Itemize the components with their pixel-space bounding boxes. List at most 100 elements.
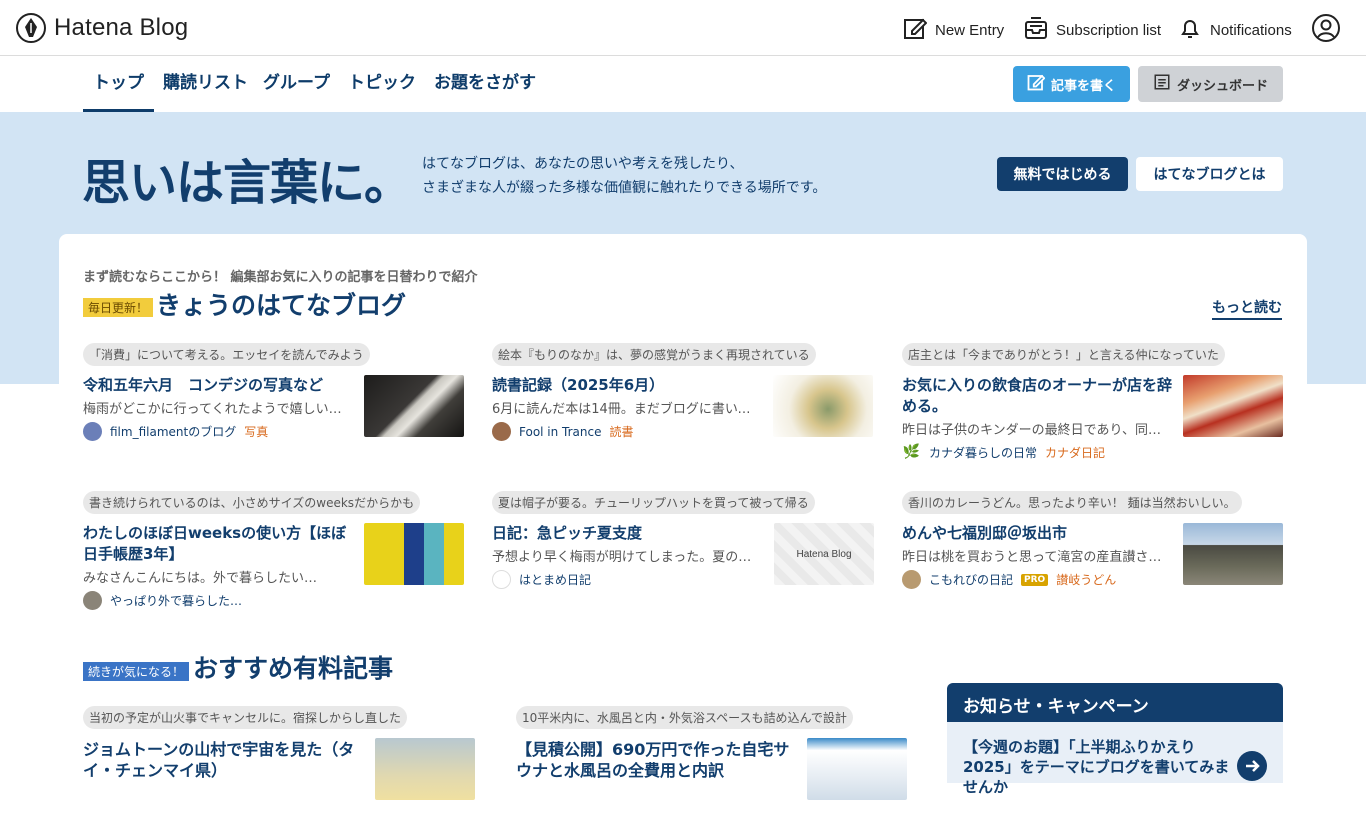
entry-excerpt: 6月に読んだ本は14冊。まだブログに書いて… xyxy=(492,402,762,417)
entry-meta: はとまめ日記 xyxy=(492,570,591,589)
logo-text: Hatena Blog xyxy=(54,14,189,41)
avatar xyxy=(492,422,511,441)
notifications-link[interactable]: Notifications xyxy=(1178,16,1292,44)
read-more-link[interactable]: もっと読む xyxy=(1212,297,1282,320)
daily-update-badge: 毎日更新！ xyxy=(83,298,154,317)
category[interactable]: 写真 xyxy=(244,423,268,440)
entry-meta: Fool in Trance 読書 xyxy=(492,422,634,441)
entry-thumbnail[interactable] xyxy=(1183,523,1283,585)
blog-name[interactable]: こもれびの日記 xyxy=(929,571,1013,588)
subscription-list-link[interactable]: Subscription list xyxy=(1024,16,1161,44)
tab-subscriptions[interactable]: 購読リスト xyxy=(163,56,248,112)
notice-title: お知らせ・キャンペーン xyxy=(947,683,1283,722)
hatena-blog-logo[interactable]: Hatena Blog xyxy=(16,13,188,43)
entry-excerpt: 昨日は桃を買おうと思って滝宮の産直讃さ… xyxy=(902,550,1162,565)
today-section-title: きょうのはてなブログ xyxy=(156,291,407,320)
write-entry-button[interactable]: 記事を書く xyxy=(1013,66,1130,102)
user-account-icon[interactable] xyxy=(1312,14,1340,42)
tab-top[interactable]: トップ xyxy=(83,56,154,112)
blog-name[interactable]: カナダ暮らしの日常 xyxy=(929,444,1037,461)
entry-tag: 「消費」について考える。エッセイを読んでみよう xyxy=(83,343,370,366)
tab-find-themes[interactable]: お題をさがす xyxy=(434,56,536,112)
placeholder-logo: Hatena Blog xyxy=(796,548,852,560)
entry-title[interactable]: 令和五年六月 コンデジの写真など xyxy=(83,375,353,396)
notice-item[interactable]: 【今週のお題】「上半期ふりかえり2025」をテーマにブログを書いてみませんか xyxy=(963,737,1233,797)
top-bar: Hatena Blog New Entry Subscription list … xyxy=(0,0,1366,56)
about-hatena-blog-button[interactable]: はてなブログとは xyxy=(1136,157,1283,191)
entry-tag: 当初の予定が山火事でキャンセルに。宿探しからし直した xyxy=(83,706,408,729)
entry-tag: 香川のカレーうどん。思ったより辛い！ 麺は当然おいしい。 xyxy=(902,491,1242,514)
entry-tag: 店主とは「今までありがとう！」と言える仲になっていた xyxy=(902,343,1225,366)
main-nav: トップ 購読リスト グループ トピック お題をさがす 記事を書く ダッシュボード xyxy=(0,56,1366,112)
entry-excerpt: みなさんこんにちは。外で暮らしたい… xyxy=(83,571,318,586)
entry-meta: 🌿 カナダ暮らしの日常 カナダ日記 xyxy=(902,443,1105,462)
entry-excerpt: 梅雨がどこかに行ってくれたようで嬉しい… xyxy=(83,402,342,417)
new-entry-link[interactable]: New Entry xyxy=(903,16,1004,44)
category[interactable]: カナダ日記 xyxy=(1045,444,1105,461)
entry-card[interactable]: 香川のカレーうどん。思ったより辛い！ 麺は当然おいしい。 めんや七福別邸＠坂出市… xyxy=(902,491,1283,601)
entry-excerpt: 予想より早く梅雨が明けてしまった。夏の… xyxy=(492,550,752,565)
paid-section-badge: 続きが気になる！ xyxy=(83,662,190,681)
start-free-button[interactable]: 無料ではじめる xyxy=(997,157,1128,191)
entry-title[interactable]: ジョムトーンの山村で宇宙を見た（タイ・チェンマイ県） xyxy=(83,739,363,781)
tab-groups[interactable]: グループ xyxy=(263,56,330,112)
hero-desc-line: はてなブログは、あなたの思いや考えを残したり、 xyxy=(422,156,744,172)
edit-icon xyxy=(903,16,928,44)
notice-panel: お知らせ・キャンペーン 【今週のお題】「上半期ふりかえり2025」をテーマにブロ… xyxy=(947,683,1283,796)
blog-name[interactable]: やっぱり外で暮らした… xyxy=(110,592,242,609)
entry-title[interactable]: 日記：急ピッチ夏支度 xyxy=(492,523,762,544)
entry-card[interactable]: 絵本『もりのなか』は、夢の感覚がうまく再現されている 読書記録（2025年6月）… xyxy=(492,343,873,453)
paid-section-title: おすすめ有料記事 xyxy=(193,654,394,683)
new-entry-label: New Entry xyxy=(935,21,1005,39)
notifications-label: Notifications xyxy=(1210,21,1292,39)
pro-badge: PRO xyxy=(1021,573,1049,586)
hero-description: はてなブログは、あなたの思いや考えを残したり、 さまざまな人が綴った多様な価値観… xyxy=(422,152,826,200)
subscription-list-label: Subscription list xyxy=(1056,21,1162,39)
leaf-icon: 🌿 xyxy=(902,443,921,462)
dashboard-button[interactable]: ダッシュボード xyxy=(1138,66,1283,102)
dashboard-label: ダッシュボード xyxy=(1176,78,1268,94)
inbox-icon xyxy=(1024,16,1048,44)
entry-tag: 絵本『もりのなか』は、夢の感覚がうまく再現されている xyxy=(492,343,816,366)
pen-nib-icon xyxy=(16,13,46,43)
entry-title[interactable]: お気に入りの飲食店のオーナーが店を辞める。 xyxy=(902,375,1172,417)
entry-thumbnail[interactable] xyxy=(773,375,873,437)
hero-desc-line: さまざまな人が綴った多様な価値観に触れたりできる場所です。 xyxy=(422,180,827,196)
entry-thumbnail[interactable] xyxy=(807,738,907,800)
entry-tag: 10平米内に、水風呂と内・外気浴スペースも詰め込んで設計 xyxy=(516,706,853,729)
entry-card[interactable]: 店主とは「今までありがとう！」と言える仲になっていた お気に入りの飲食店のオーナ… xyxy=(902,343,1283,468)
entry-thumbnail[interactable] xyxy=(375,738,475,800)
entry-meta: こもれびの日記 PRO 讃岐うどん xyxy=(902,570,1116,589)
blog-name[interactable]: はとまめ日記 xyxy=(519,571,591,588)
dashboard-icon xyxy=(1153,73,1171,95)
avatar xyxy=(83,591,102,610)
entry-title[interactable]: めんや七福別邸＠坂出市 xyxy=(902,523,1172,544)
entry-card[interactable]: 「消費」について考える。エッセイを読んでみよう 令和五年六月 コンデジの写真など… xyxy=(83,343,464,453)
entry-title[interactable]: 読書記録（2025年6月） xyxy=(492,375,762,396)
entry-excerpt: 昨日は子供のキンダーの最終日であり、同… xyxy=(902,423,1161,438)
entry-tag: 夏は帽子が要る。チューリップハットを買って被って帰る xyxy=(492,491,815,514)
entry-thumbnail[interactable] xyxy=(364,523,464,585)
category[interactable]: 讃岐うどん xyxy=(1056,571,1116,588)
avatar xyxy=(83,422,102,441)
blog-name[interactable]: Fool in Trance xyxy=(519,425,602,439)
hero-title: 思いは言葉に。 xyxy=(82,155,412,211)
entry-thumbnail[interactable] xyxy=(364,375,464,437)
today-subtitle: まず読むならここから！ 編集部お気に入りの記事を日替わりで紹介 xyxy=(83,270,478,285)
edit-icon xyxy=(1027,73,1046,95)
entry-thumbnail[interactable] xyxy=(1183,375,1283,437)
blog-name[interactable]: film_filamentのブログ xyxy=(110,423,236,440)
avatar xyxy=(492,570,511,589)
entry-thumbnail[interactable]: Hatena Blog xyxy=(774,523,874,585)
paid-entry-card[interactable]: 10平米内に、水風呂と内・外気浴スペースも詰め込んで設計 【見積公開】690万円… xyxy=(516,706,907,800)
entry-title[interactable]: わたしのほぼ日weeksの使い方【ほぼ日手帳歴3年】 xyxy=(83,523,353,565)
entry-title[interactable]: 【見積公開】690万円で作った自宅サウナと水風呂の全費用と内訳 xyxy=(516,739,801,781)
bell-icon xyxy=(1178,16,1202,44)
tab-topics[interactable]: トピック xyxy=(348,56,416,112)
entry-card[interactable]: 書き続けられているのは、小さめサイズのweeksだからかも わたしのほぼ日wee… xyxy=(83,491,464,611)
paid-entry-card[interactable]: 当初の予定が山火事でキャンセルに。宿探しからし直した ジョムトーンの山村で宇宙を… xyxy=(83,706,475,800)
entry-meta: film_filamentのブログ 写真 xyxy=(83,422,268,441)
arrow-right-icon[interactable] xyxy=(1237,751,1267,781)
category[interactable]: 読書 xyxy=(610,423,634,440)
entry-card[interactable]: 夏は帽子が要る。チューリップハットを買って被って帰る 日記：急ピッチ夏支度 予想… xyxy=(492,491,874,601)
